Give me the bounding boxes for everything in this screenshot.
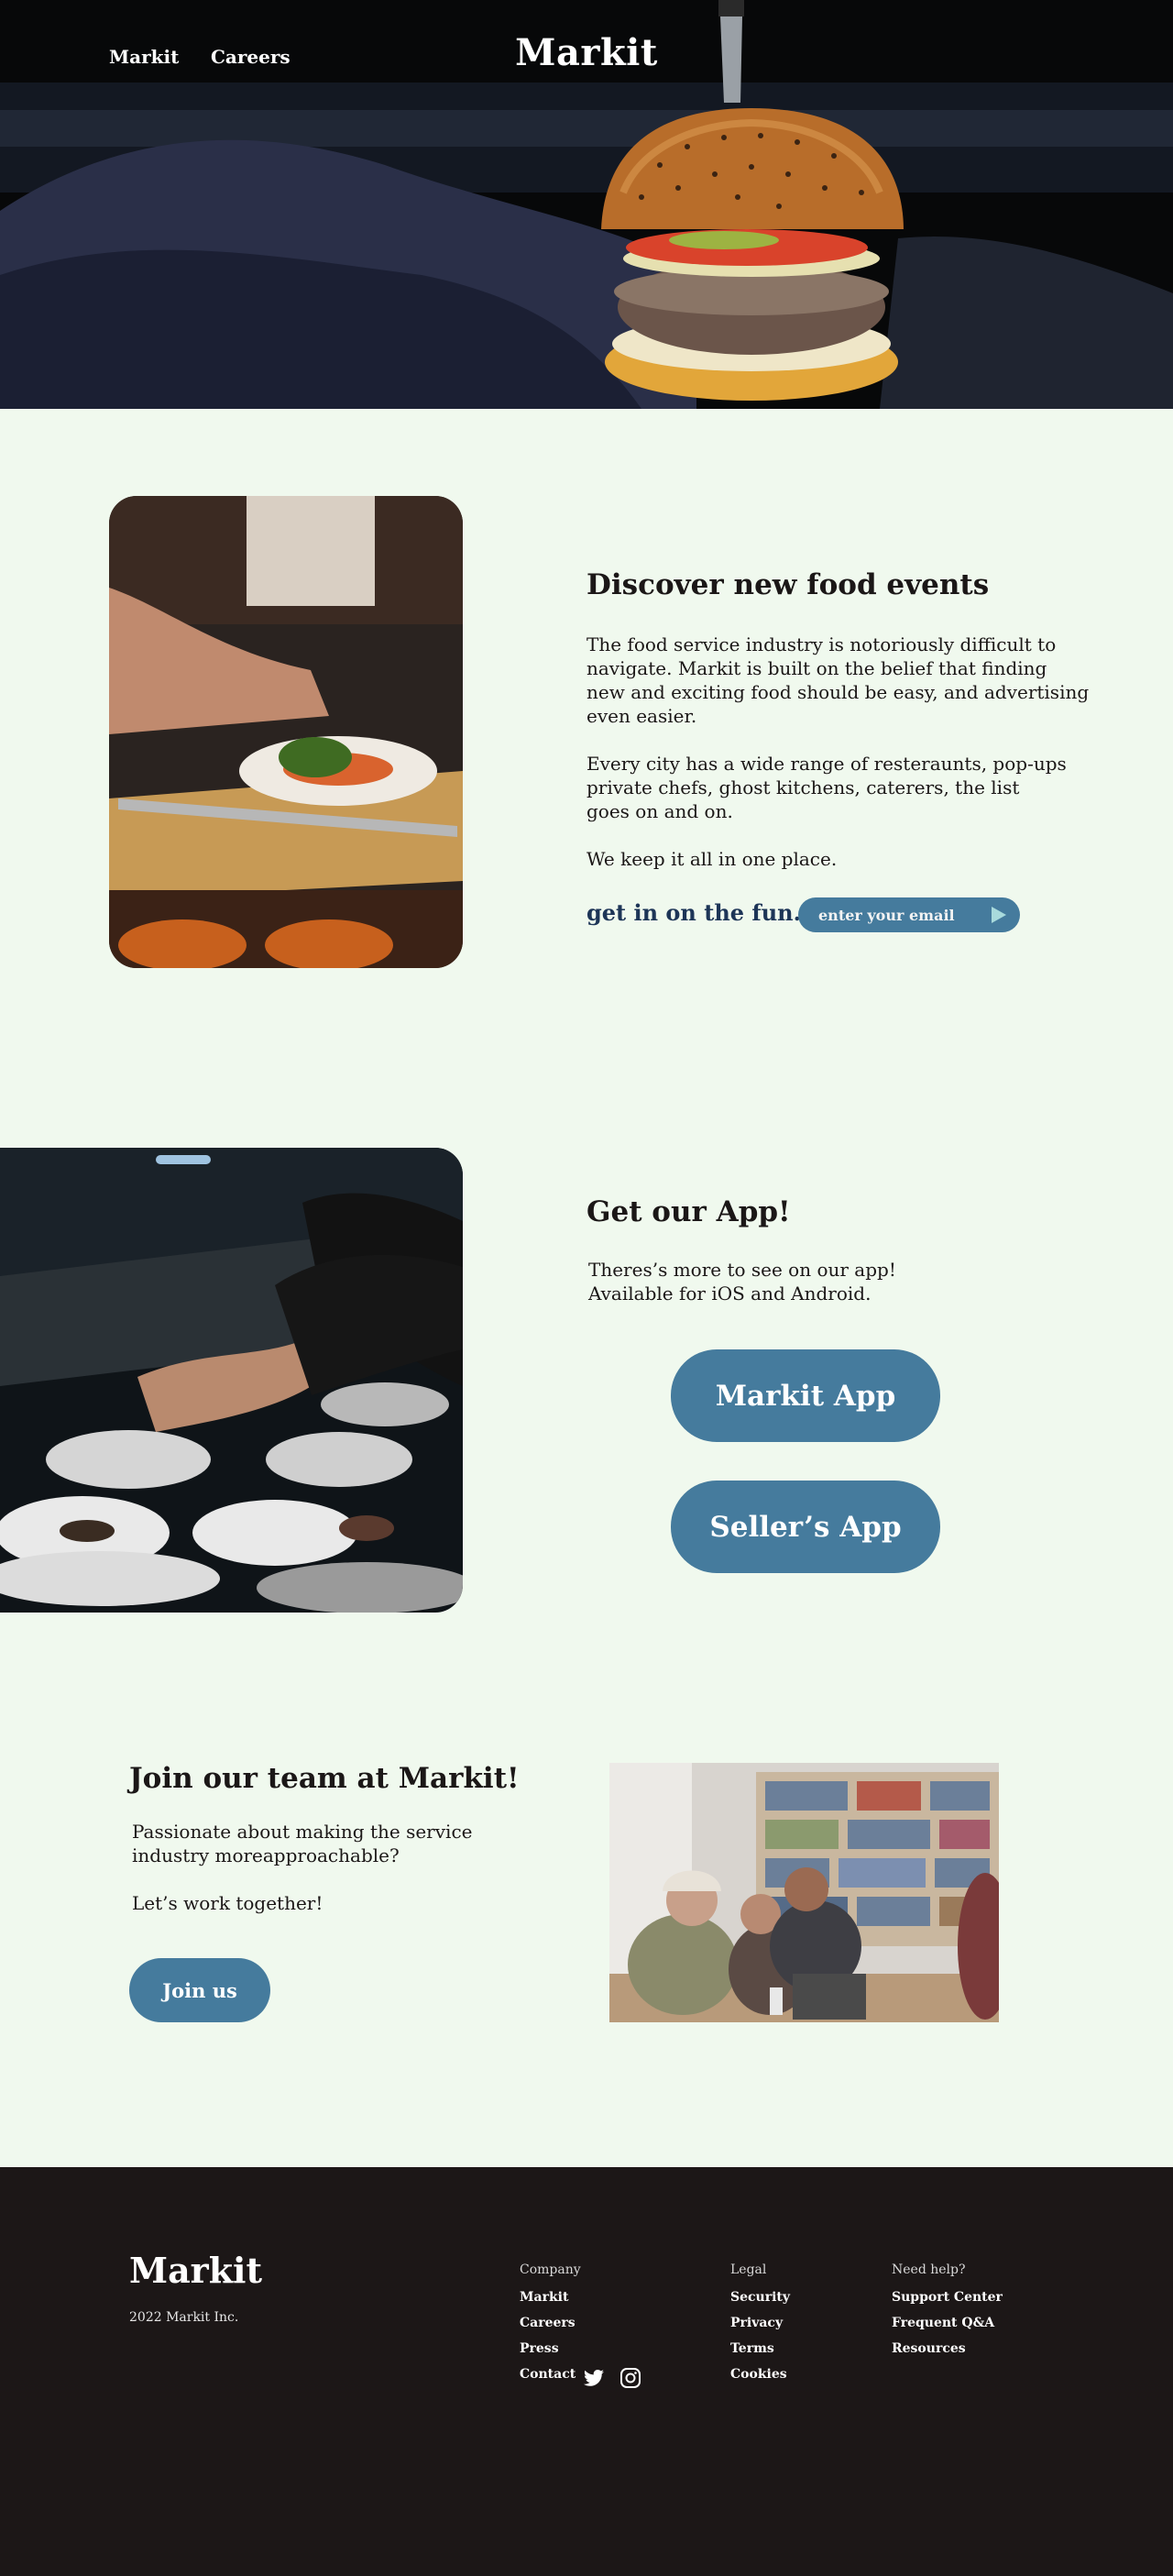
footer-link-cookies[interactable]: Cookies: [730, 2366, 790, 2392]
sellers-app-button[interactable]: Seller’s App: [671, 1481, 940, 1573]
nav-link-markit[interactable]: Markit: [109, 46, 179, 68]
footer-copyright: 2022 Markit Inc.: [129, 2310, 239, 2325]
play-arrow-icon[interactable]: [990, 906, 1008, 924]
discover-paragraph-1: The food service industry is notoriously…: [586, 633, 1089, 728]
discover-p1-line: navigate. Markit is built on the belief …: [586, 657, 1047, 679]
footer-link-careers[interactable]: Careers: [520, 2315, 581, 2340]
kitchen-plates-photo: [0, 1148, 463, 1613]
footer-link-privacy[interactable]: Privacy: [730, 2315, 790, 2340]
discover-p2-line: Every city has a wide range of resteraun…: [586, 753, 1067, 775]
discover-p2-line: goes on and on.: [586, 800, 733, 822]
join-title: Join our team at Markit!: [129, 1762, 520, 1795]
site-logo[interactable]: Markit: [515, 31, 658, 74]
email-signup: get in on the fun.: [586, 894, 1026, 936]
footer-link-security[interactable]: Security: [730, 2289, 790, 2315]
discover-p2-line: private chefs, ghost kitchens, caterers,…: [586, 776, 1020, 798]
footer-column-company: Company Markit Careers Press Contact: [520, 2262, 581, 2392]
discover-paragraph-2: Every city has a wide range of resteraun…: [586, 752, 1067, 823]
footer-column-legal: Legal Security Privacy Terms Cookies: [730, 2262, 790, 2392]
discover-title: Discover new food events: [586, 568, 990, 601]
footer-column-help: Need help? Support Center Frequent Q&A R…: [892, 2262, 1003, 2366]
footer-link-press[interactable]: Press: [520, 2340, 581, 2366]
email-field-container: [798, 897, 1020, 932]
join-tagline: Let’s work together!: [132, 1892, 323, 1914]
footer: Markit 2022 Markit Inc. Company Markit C…: [0, 2167, 1173, 2576]
discover-p1-line: new and exciting food should be easy, an…: [586, 681, 1090, 703]
footer-link-terms[interactable]: Terms: [730, 2340, 790, 2366]
footer-logo[interactable]: Markit: [129, 2250, 262, 2291]
join-description: Passionate about making the service indu…: [132, 1820, 472, 1867]
join-us-button[interactable]: Join us: [129, 1958, 270, 2022]
nav-link-careers[interactable]: Careers: [211, 46, 291, 68]
app-title: Get our App!: [586, 1195, 791, 1228]
app-description: Theres’s more to see on our app! Availab…: [588, 1258, 896, 1305]
footer-link-faq[interactable]: Frequent Q&A: [892, 2315, 1003, 2340]
app-line: Available for iOS and Android.: [588, 1282, 872, 1305]
twitter-icon[interactable]: [583, 2367, 605, 2389]
instagram-icon[interactable]: [619, 2367, 641, 2389]
footer-link-support-center[interactable]: Support Center: [892, 2289, 1003, 2315]
discover-p1-line: The food service industry is notoriously…: [586, 633, 1057, 655]
footer-link-markit[interactable]: Markit: [520, 2289, 581, 2315]
footer-heading: Legal: [730, 2262, 767, 2277]
footer-link-contact[interactable]: Contact: [520, 2366, 581, 2392]
team-office-photo: [609, 1763, 999, 2022]
discover-p1-line: even easier.: [586, 705, 697, 727]
hero-banner: Markit Careers Markit: [0, 0, 1173, 409]
footer-heading: Need help?: [892, 2262, 966, 2277]
footer-heading: Company: [520, 2262, 581, 2277]
discover-paragraph-3: We keep it all in one place.: [586, 848, 838, 870]
join-line: Passionate about making the service: [132, 1821, 473, 1843]
chef-plating-photo: [109, 496, 463, 968]
footer-link-resources[interactable]: Resources: [892, 2340, 1003, 2366]
join-line: industry moreapproachable?: [132, 1844, 400, 1866]
markit-app-button[interactable]: Markit App: [671, 1349, 940, 1442]
app-line: Theres’s more to see on our app!: [588, 1259, 896, 1281]
email-input[interactable]: [818, 897, 992, 932]
cta-label: get in on the fun.: [586, 899, 801, 926]
